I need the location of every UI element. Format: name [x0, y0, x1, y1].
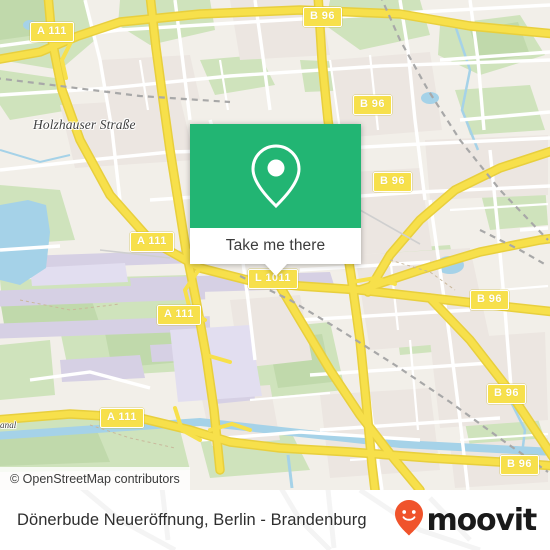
moovit-pin-icon [394, 499, 424, 542]
map-pin-icon [248, 142, 304, 210]
take-me-there-button[interactable]: Take me there [226, 237, 326, 255]
card-pointer-tail [264, 264, 287, 276]
footer-bar: Dönerbude Neueröffnung, Berlin - Branden… [0, 490, 550, 550]
moovit-map-page: Holzhauser Straße anal A 111 B 96 B 96 B… [0, 0, 550, 550]
location-info-card[interactable]: Take me there [190, 124, 361, 276]
osm-attribution[interactable]: © OpenStreetMap contributors [0, 467, 190, 490]
road-shield-b96[interactable]: B 96 [487, 384, 526, 404]
card-header [190, 124, 361, 228]
road-shield-a111[interactable]: A 111 [100, 408, 144, 428]
road-shield-a111[interactable]: A 111 [30, 22, 74, 42]
footer-content: Dönerbude Neueröffnung, Berlin - Branden… [0, 490, 550, 550]
moovit-logo[interactable]: moovit [394, 499, 538, 542]
moovit-wordmark: moovit [426, 503, 538, 538]
place-title: Dönerbude Neueröffnung, Berlin - Branden… [17, 510, 367, 529]
road-shield-a111[interactable]: A 111 [130, 232, 174, 252]
road-shield-a111[interactable]: A 111 [157, 305, 201, 325]
map-canvas[interactable]: Holzhauser Straße anal A 111 B 96 B 96 B… [0, 0, 550, 490]
road-shield-b96[interactable]: B 96 [303, 7, 342, 27]
road-shield-b96[interactable]: B 96 [353, 95, 392, 115]
card-action-bar[interactable]: Take me there [190, 228, 361, 264]
road-shield-b96[interactable]: B 96 [373, 172, 412, 192]
road-shield-b96[interactable]: B 96 [470, 290, 509, 310]
osm-attribution-text: © OpenStreetMap contributors [10, 471, 180, 486]
road-shield-b96[interactable]: B 96 [500, 455, 539, 475]
